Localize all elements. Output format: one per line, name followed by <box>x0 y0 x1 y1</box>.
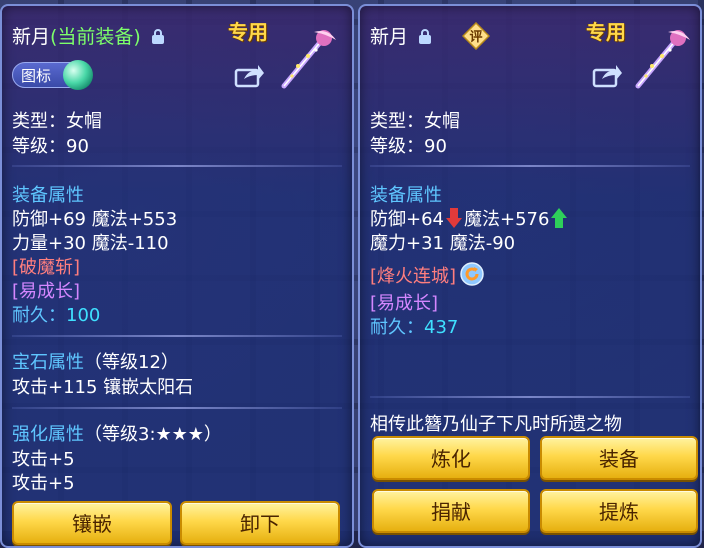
right-skill-1: [烽火连城] <box>370 266 457 287</box>
right-divider-1 <box>370 165 690 167</box>
refresh-skill-icon[interactable] <box>460 262 484 286</box>
left-gem-line: 攻击+115 镶嵌太阳石 <box>12 377 194 398</box>
left-enhance-header: 强化属性 <box>12 424 84 445</box>
share-icon[interactable] <box>592 62 622 88</box>
lock-icon <box>419 29 432 44</box>
left-gem-row: 宝石属性（等级12） <box>12 348 179 374</box>
left-enhance-line-1: 攻击+5 <box>12 449 75 470</box>
right-level-line: 等级：90 <box>370 136 447 157</box>
right-item-description: 相传此簪乃仙子下凡时所遗之物 <box>370 414 622 435</box>
lock-icon <box>151 29 164 44</box>
right-item-name: 新月 <box>370 26 409 48</box>
left-attr-line-1: 防御+69 魔法+553 <box>12 209 178 230</box>
icon-toggle-label: 图标 <box>21 67 52 85</box>
left-level-line: 等级：90 <box>12 136 89 157</box>
refine-button[interactable]: 炼化 <box>372 436 530 480</box>
left-skill-1: [破魔斩] <box>12 257 81 278</box>
left-item-title: 新月(当前装备) <box>12 22 165 49</box>
left-gem-header: 宝石属性 <box>12 352 84 373</box>
left-skill-2: [易成长] <box>12 281 81 302</box>
right-special-label: 专用 <box>586 20 626 44</box>
left-special-label: 专用 <box>228 20 268 44</box>
equip-button[interactable]: 装备 <box>540 436 698 480</box>
right-skill-1-row: [烽火连城] <box>370 262 484 288</box>
eval-icon-label: 评 <box>469 30 483 45</box>
right-item-title: 新月 <box>370 22 432 49</box>
left-durability-label: 耐久： <box>12 305 66 326</box>
extract-button[interactable]: 提炼 <box>540 489 698 533</box>
inlay-button[interactable]: 镶嵌 <box>12 501 172 545</box>
left-durability: 耐久：100 <box>12 301 100 327</box>
right-defense-stat: 防御+64 <box>370 209 444 230</box>
arrow-up-icon <box>551 208 568 228</box>
right-type-line: 类型：女帽 <box>370 111 460 132</box>
left-durability-value: 100 <box>66 305 101 326</box>
right-attr-line-1: 防御+64 魔法+576 <box>370 205 569 231</box>
right-divider-2 <box>370 396 690 398</box>
current-equipment-panel: 新月(当前装备) 专用 图标 类型：女帽 等级：90 装备属性 防御+69 魔法… <box>0 4 354 548</box>
left-enhance-level: （等级3:★★★） <box>84 424 222 445</box>
left-item-name: 新月 <box>12 26 51 48</box>
left-equip-attr-header: 装备属性 <box>12 185 84 206</box>
right-equip-attr-header: 装备属性 <box>370 185 442 206</box>
left-divider-3 <box>12 407 342 409</box>
right-magic-stat: 魔法+576 <box>464 209 550 230</box>
right-attr-line-2: 魔力+31 魔法-90 <box>370 233 516 254</box>
left-attr-line-2: 力量+30 魔法-110 <box>12 233 169 254</box>
left-equipped-label: (当前装备) <box>50 26 141 48</box>
right-durability-value: 437 <box>424 317 459 338</box>
eval-icon[interactable]: 评 <box>461 21 491 51</box>
left-type-line: 类型：女帽 <box>12 111 102 132</box>
left-divider-2 <box>12 335 342 337</box>
donate-button[interactable]: 捐献 <box>372 489 530 533</box>
arrow-down-icon <box>446 208 462 228</box>
hairpin-item-icon[interactable] <box>278 26 340 90</box>
left-gem-level: （等级12） <box>84 352 179 373</box>
compare-equipment-panel: 新月 评 专用 类型：女帽 等级：90 装备属性 防御+64 魔法+576 魔力+… <box>358 4 702 548</box>
left-enhance-row: 强化属性（等级3:★★★） <box>12 420 222 446</box>
right-skill-2: [易成长] <box>370 293 439 314</box>
green-orb-icon <box>63 60 93 90</box>
icon-toggle-button[interactable]: 图标 <box>12 60 93 90</box>
unequip-button[interactable]: 卸下 <box>180 501 340 545</box>
hairpin-item-icon[interactable] <box>632 26 694 90</box>
left-divider-1 <box>12 165 342 167</box>
share-icon[interactable] <box>234 62 264 88</box>
right-durability: 耐久：437 <box>370 313 458 339</box>
left-enhance-line-2: 攻击+5 <box>12 473 75 494</box>
right-durability-label: 耐久： <box>370 317 424 338</box>
